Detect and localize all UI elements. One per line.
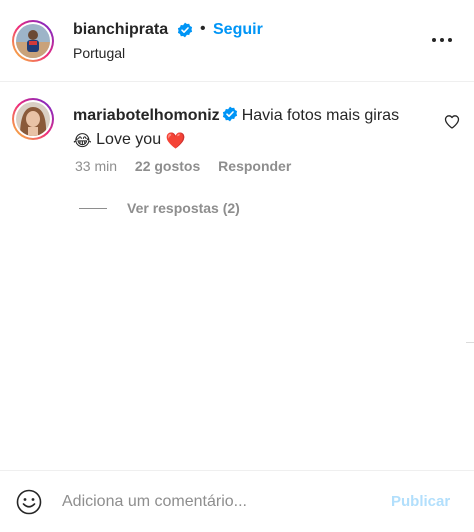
- comment-text: mariabotelhomoniz Havia fotos mais giras…: [73, 104, 433, 154]
- author-username[interactable]: bianchiprata: [73, 21, 168, 39]
- comment-body-line2: Love you: [96, 131, 162, 148]
- scrollbar-mark: [466, 342, 474, 343]
- comment-meta: 33 min 22 gostos Responder: [75, 158, 305, 174]
- view-replies-label: Ver respostas (2): [127, 200, 240, 216]
- laughing-emoji: 😂: [73, 133, 92, 150]
- verified-badge-icon: [177, 22, 193, 38]
- separator-dot: •: [200, 20, 206, 37]
- follow-button[interactable]: Seguir: [213, 21, 263, 39]
- post-location[interactable]: Portugal: [73, 45, 125, 61]
- author-avatar[interactable]: [12, 20, 54, 62]
- verified-badge-icon: [222, 106, 237, 122]
- comment-body-line1: Havia fotos mais giras: [241, 107, 400, 124]
- more-options-icon[interactable]: [430, 32, 454, 48]
- emoji-smiley-icon[interactable]: [16, 489, 42, 515]
- comment-composer: Publicar: [0, 470, 474, 532]
- commenter-avatar[interactable]: [12, 98, 54, 140]
- comment-input[interactable]: [62, 491, 372, 513]
- red-heart-emoji: ❤️: [165, 133, 186, 150]
- heart-outline-icon[interactable]: [444, 114, 460, 130]
- comment-likes-count[interactable]: 22 gostos: [135, 158, 200, 174]
- reply-button[interactable]: Responder: [218, 158, 291, 174]
- post-header: bianchiprata • Seguir Portugal: [0, 0, 474, 82]
- replies-divider-line: [79, 207, 107, 209]
- view-replies-button[interactable]: Ver respostas (2): [79, 200, 240, 216]
- commenter-username[interactable]: mariabotelhomoniz: [73, 107, 220, 124]
- comment-timestamp[interactable]: 33 min: [75, 158, 117, 174]
- post-comment-button[interactable]: Publicar: [391, 493, 450, 510]
